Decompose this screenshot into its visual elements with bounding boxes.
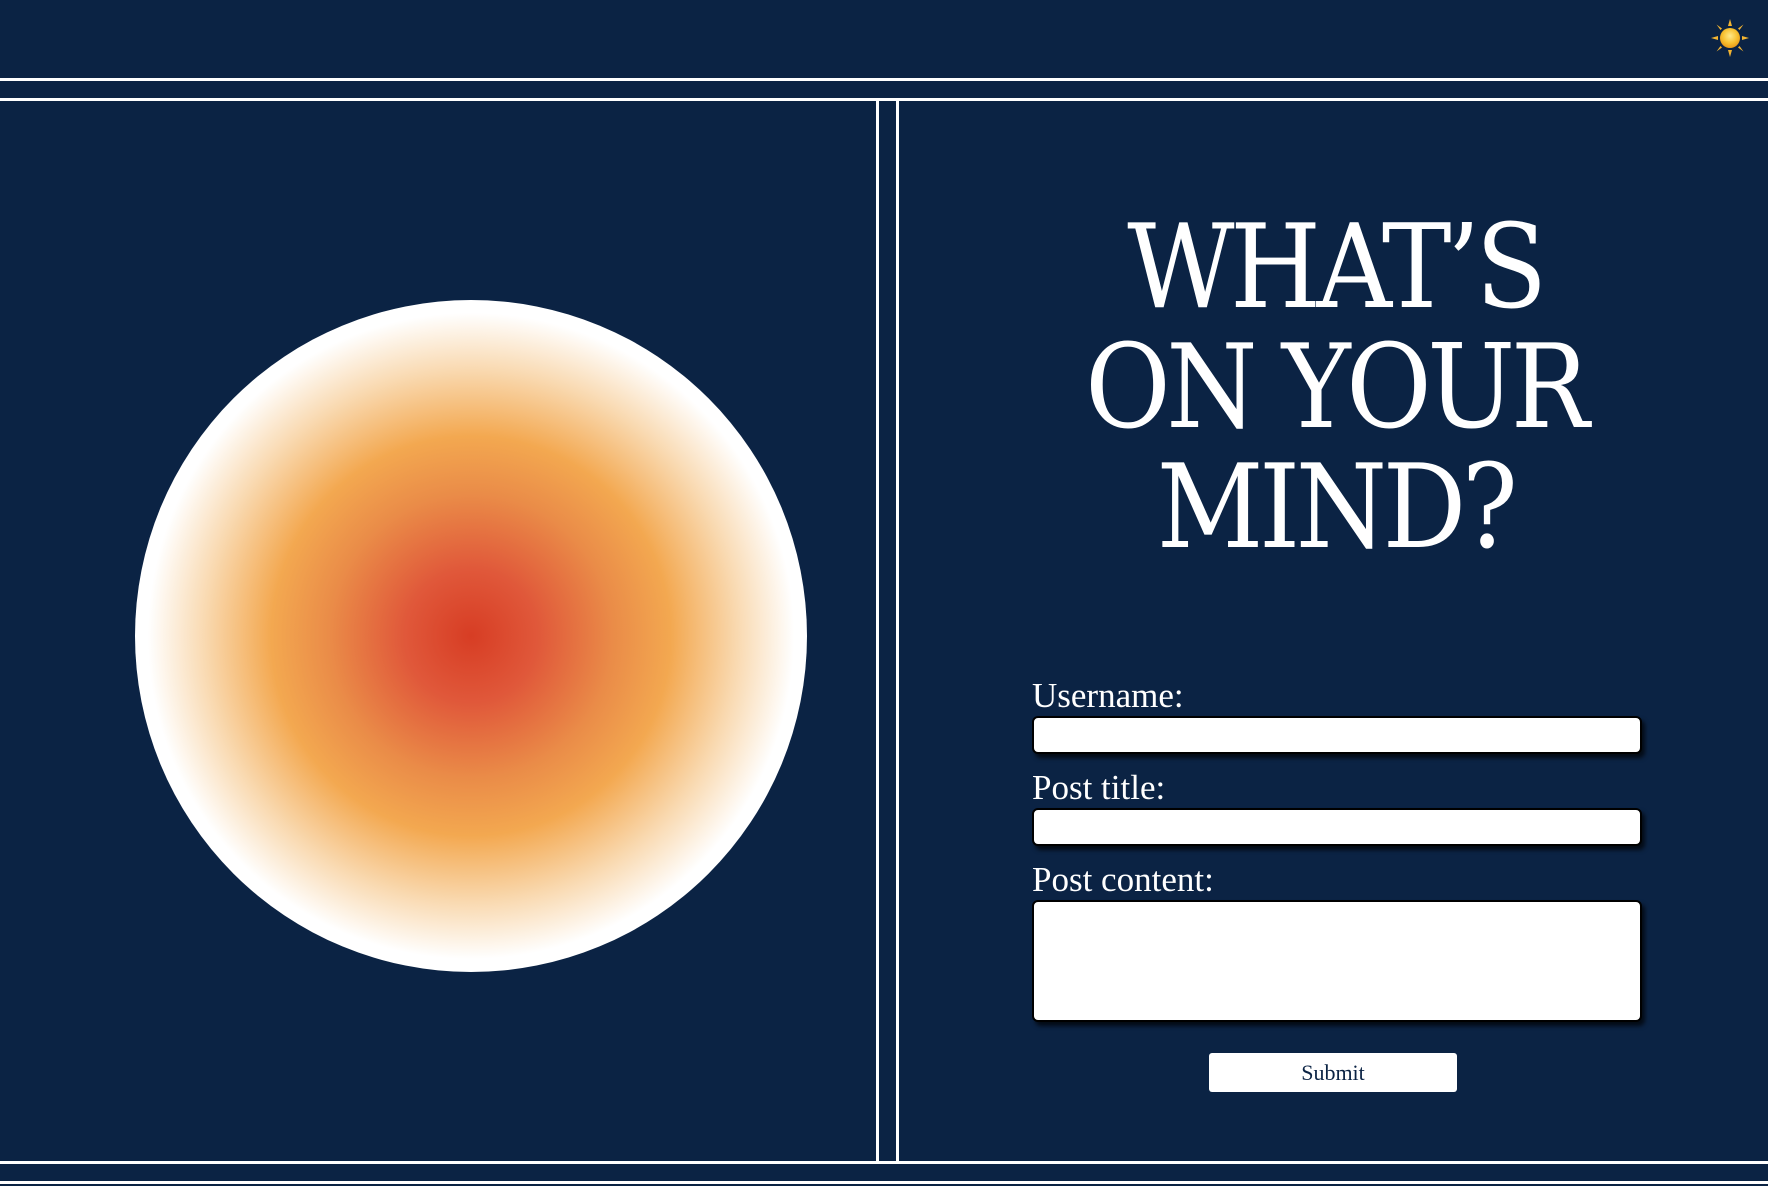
bottom-divider-lower — [0, 1181, 1768, 1184]
theme-toggle-button[interactable] — [1710, 18, 1750, 58]
center-divider-right — [896, 101, 899, 1161]
center-divider-left — [876, 101, 879, 1161]
page: WHAT’S ON YOUR MIND? Username: Post titl… — [0, 0, 1768, 1186]
post-content-label: Post content: — [1032, 860, 1214, 899]
gradient-orb — [135, 300, 807, 972]
submit-button[interactable]: Submit — [1209, 1053, 1457, 1092]
headline-line-2: ON YOUR — [1085, 320, 1589, 455]
sun-icon — [1711, 19, 1749, 57]
post-title-input[interactable] — [1032, 808, 1642, 846]
top-divider-upper — [0, 78, 1768, 81]
top-divider-lower — [0, 98, 1768, 101]
headline: WHAT’S ON YOUR MIND? — [948, 208, 1722, 568]
post-form: Username: Post title: Post content: Subm… — [1032, 676, 1642, 1092]
headline-line-1: WHAT’S — [1127, 200, 1547, 335]
post-title-label: Post title: — [1032, 768, 1166, 807]
username-label: Username: — [1032, 676, 1184, 715]
post-content-textarea[interactable] — [1032, 900, 1642, 1022]
bottom-divider-upper — [0, 1161, 1768, 1164]
headline-line-3: MIND? — [1156, 440, 1518, 575]
username-input[interactable] — [1032, 716, 1642, 754]
